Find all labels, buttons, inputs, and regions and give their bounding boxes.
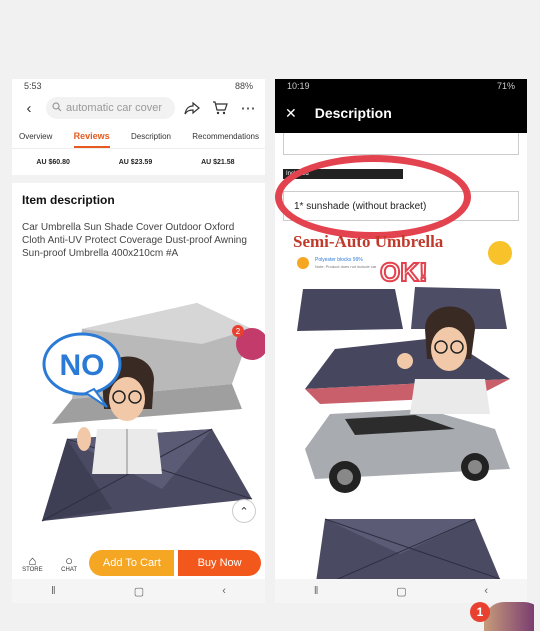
chat-button[interactable]: ○ CHAT (53, 554, 86, 573)
floating-chat-avatar[interactable]: 1 (470, 602, 534, 631)
item-description-title: Item description (22, 193, 115, 207)
tab-reviews[interactable]: Reviews (73, 131, 110, 148)
notification-badge: 1 (470, 602, 490, 622)
status-bar: 10:19 71% (275, 79, 527, 93)
price-2[interactable]: AU $23.59 (119, 159, 152, 166)
search-input[interactable]: automatic car cover (46, 97, 175, 119)
store-button[interactable]: ⌂ STORE (16, 554, 49, 573)
recent-apps-icon[interactable]: ‖ (51, 585, 56, 597)
description-header: 10:19 71% ✕ Description (275, 79, 527, 133)
note-text: Note: Product does not include car (315, 264, 377, 269)
right-phone-screenshot: 10:19 71% ✕ Description Included 1* suns… (275, 79, 527, 603)
back-icon[interactable]: ‹ (484, 585, 488, 597)
bottom-action-bar: ⌂ STORE ○ CHAT Add To Cart Buy Now (12, 546, 265, 580)
more-icon[interactable]: ⋯ (237, 97, 259, 119)
chat-icon: ○ (65, 552, 74, 568)
android-nav-bar: ‖ ▢ ‹ (275, 579, 527, 603)
tab-recommendations[interactable]: Recommendations (192, 132, 259, 148)
thumb-badge: 2 (236, 327, 241, 336)
tab-overview[interactable]: Overview (19, 132, 52, 148)
price-1[interactable]: AU $60.80 (36, 159, 69, 166)
left-phone-screenshot: 5:53 88% ‹ automatic car cover ⋯ Overvie… (12, 79, 265, 603)
page-title: Description (314, 105, 392, 121)
store-label: STORE (22, 566, 43, 573)
cart-icon[interactable] (209, 97, 231, 119)
price-3[interactable]: AU $21.58 (201, 159, 234, 166)
red-highlight-circle (275, 155, 471, 239)
add-to-cart-button[interactable]: Add To Cart (89, 550, 175, 576)
header-row: ✕ Description (275, 93, 527, 133)
item-description-text: Car Umbrella Sun Shade Cover Outdoor Oxf… (22, 222, 247, 259)
spec-box-top (283, 133, 519, 155)
recent-apps-icon[interactable]: ‖ (314, 585, 319, 597)
status-battery: 88% (234, 81, 253, 91)
android-nav-bar: ‖ ▢ ‹ (12, 579, 265, 603)
ok-text: OK! (380, 257, 428, 287)
notification-count: 1 (476, 605, 484, 619)
recommendation-prices: AU $60.80 AU $23.59 AU $21.58 (12, 149, 265, 175)
status-bar: 5:53 88% (12, 79, 265, 93)
status-time: 5:53 (24, 81, 42, 91)
tab-description[interactable]: Description (131, 132, 171, 148)
search-row: ‹ automatic car cover ⋯ (12, 93, 265, 123)
product-image-right: Semi-Auto Umbrella Polyester blocks 99% … (293, 232, 512, 590)
store-icon: ⌂ (28, 552, 37, 568)
no-text: NO (60, 349, 105, 382)
brand-text: Semi-Auto Umbrella (293, 232, 444, 251)
search-icon (52, 101, 62, 115)
home-icon[interactable]: ▢ (134, 585, 144, 598)
back-icon[interactable]: ‹ (222, 585, 226, 597)
search-placeholder: automatic car cover (66, 102, 162, 114)
section-divider (12, 175, 265, 183)
avatar (484, 602, 534, 631)
home-icon[interactable]: ▢ (396, 585, 406, 598)
close-icon[interactable]: ✕ (285, 105, 297, 122)
polyester-text: Polyester blocks 99% (315, 257, 363, 263)
back-arrow-icon[interactable]: ‹ (18, 97, 40, 119)
product-tabs: Overview Reviews Description Recommendat… (12, 123, 265, 149)
buy-now-button[interactable]: Buy Now (178, 550, 261, 576)
share-icon[interactable] (181, 97, 203, 119)
status-time: 10:19 (287, 81, 310, 91)
chat-label: CHAT (61, 566, 78, 573)
product-image-left: NO 2 (41, 303, 265, 522)
chevron-up-icon[interactable]: ⌃ (232, 499, 256, 523)
status-battery: 71% (496, 81, 515, 91)
